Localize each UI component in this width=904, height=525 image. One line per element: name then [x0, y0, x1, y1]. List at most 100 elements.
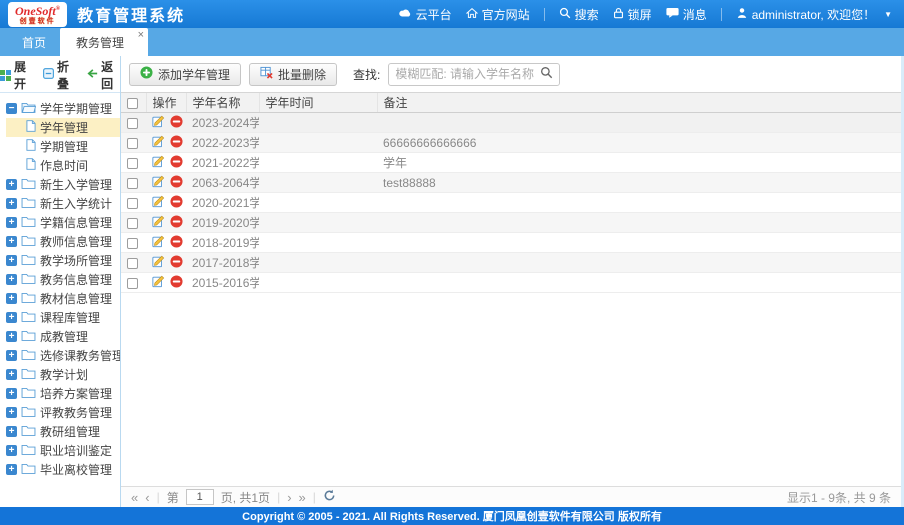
edit-icon[interactable]	[152, 235, 165, 251]
expand-node-icon[interactable]: +	[6, 217, 17, 228]
tree-node-folder[interactable]: +教研组管理	[6, 422, 120, 441]
menu-official-site[interactable]: 官方网站	[466, 6, 530, 23]
last-page-button[interactable]: »	[299, 491, 306, 504]
expand-node-icon[interactable]: +	[6, 179, 17, 190]
tree-node-folder[interactable]: +职业培训鉴定	[6, 441, 120, 460]
menu-messages[interactable]: 消息	[666, 6, 707, 23]
expand-node-icon[interactable]: +	[6, 426, 17, 437]
year-name-cell: 2021-2022学年	[186, 153, 259, 173]
expand-all-button[interactable]: 展开	[0, 58, 33, 92]
row-checkbox[interactable]	[127, 218, 138, 229]
table-row[interactable]: 2022-2023学年66666666666666	[121, 133, 901, 153]
edit-icon[interactable]	[152, 215, 165, 231]
table-row[interactable]: 2018-2019学年	[121, 233, 901, 253]
remark-cell	[377, 233, 901, 253]
collapse-all-button[interactable]: 折叠	[43, 58, 76, 92]
expand-node-icon[interactable]: +	[6, 445, 17, 456]
menu-lock-screen[interactable]: 锁屏	[613, 6, 652, 23]
table-row[interactable]: 2063-2064学年test88888	[121, 173, 901, 193]
tree-leaf-rest-schedule[interactable]: 作息时间	[6, 156, 120, 175]
delete-icon[interactable]	[170, 175, 183, 191]
expand-node-icon[interactable]: +	[6, 312, 17, 323]
table-row[interactable]: 2020-2021学年	[121, 193, 901, 213]
menu-cloud-platform[interactable]: 云平台	[398, 6, 452, 23]
delete-icon[interactable]	[170, 115, 183, 131]
tree-leaf-term-management[interactable]: 学期管理	[6, 137, 120, 156]
table-row[interactable]: 2015-2016学年	[121, 273, 901, 293]
row-checkbox[interactable]	[127, 138, 138, 149]
edit-icon[interactable]	[152, 115, 165, 131]
delete-icon[interactable]	[170, 195, 183, 211]
expand-node-icon[interactable]: +	[6, 198, 17, 209]
tree-leaf-year-management[interactable]: 学年管理	[6, 118, 120, 137]
tree-node-folder[interactable]: +新生入学管理	[6, 175, 120, 194]
tab-academic-management[interactable]: 教务管理 ×	[60, 28, 148, 56]
delete-icon[interactable]	[170, 255, 183, 271]
menu-search[interactable]: 搜索	[559, 6, 599, 23]
expand-node-icon[interactable]: +	[6, 407, 17, 418]
tree-node-folder[interactable]: +成教管理	[6, 327, 120, 346]
tree-node-year-term-management[interactable]: − 学年学期管理	[6, 99, 120, 118]
expand-node-icon[interactable]: +	[6, 331, 17, 342]
row-checkbox[interactable]	[127, 238, 138, 249]
user-menu[interactable]: administrator, 欢迎您！ ▼	[736, 6, 892, 23]
tree-node-folder[interactable]: +评教教务管理	[6, 403, 120, 422]
tree-node-folder[interactable]: +选修课教务管理	[6, 346, 120, 365]
expand-node-icon[interactable]: +	[6, 274, 17, 285]
expand-node-icon[interactable]: +	[6, 388, 17, 399]
delete-icon[interactable]	[170, 275, 183, 291]
tab-home[interactable]: 首页	[12, 28, 56, 56]
tree-node-folder[interactable]: +课程库管理	[6, 308, 120, 327]
expand-node-icon[interactable]: +	[6, 236, 17, 247]
expand-node-icon[interactable]: +	[6, 464, 17, 475]
tree-node-folder[interactable]: +学籍信息管理	[6, 213, 120, 232]
row-checkbox[interactable]	[127, 158, 138, 169]
folder-icon	[21, 329, 36, 344]
tree-node-folder[interactable]: +教务信息管理	[6, 270, 120, 289]
search-icon[interactable]	[540, 66, 553, 82]
onesoft-logo[interactable]: OneSoft® 创壹软件	[8, 2, 67, 27]
tree-node-folder[interactable]: +新生入学统计	[6, 194, 120, 213]
add-year-button[interactable]: 添加学年管理	[129, 63, 241, 86]
edit-icon[interactable]	[152, 255, 165, 271]
row-checkbox[interactable]	[127, 278, 138, 289]
edit-icon[interactable]	[152, 135, 165, 151]
collapse-node-icon[interactable]: −	[6, 103, 17, 114]
first-page-button[interactable]: «	[131, 491, 138, 504]
tree-node-folder[interactable]: +培养方案管理	[6, 384, 120, 403]
delete-icon[interactable]	[170, 215, 183, 231]
expand-node-icon[interactable]: +	[6, 255, 17, 266]
tree-node-folder[interactable]: +教师信息管理	[6, 232, 120, 251]
close-icon[interactable]: ×	[138, 30, 144, 41]
edit-icon[interactable]	[152, 275, 165, 291]
expand-node-icon[interactable]: +	[6, 293, 17, 304]
edit-icon[interactable]	[152, 155, 165, 171]
tree-node-folder[interactable]: +教材信息管理	[6, 289, 120, 308]
back-button[interactable]: 返回	[86, 58, 120, 92]
expand-node-icon[interactable]: +	[6, 369, 17, 380]
tree-node-folder[interactable]: +教学计划	[6, 365, 120, 384]
table-row[interactable]: 2017-2018学年	[121, 253, 901, 273]
page-number-input[interactable]	[186, 489, 214, 505]
row-checkbox[interactable]	[127, 118, 138, 129]
delete-icon[interactable]	[170, 155, 183, 171]
edit-icon[interactable]	[152, 175, 165, 191]
delete-icon[interactable]	[170, 235, 183, 251]
table-row[interactable]: 2023-2024学年	[121, 113, 901, 133]
row-checkbox[interactable]	[127, 258, 138, 269]
next-page-button[interactable]: ›	[287, 491, 291, 504]
row-checkbox[interactable]	[127, 178, 138, 189]
refresh-icon[interactable]	[323, 489, 336, 505]
expand-node-icon[interactable]: +	[6, 350, 17, 361]
select-all-checkbox[interactable]	[127, 98, 138, 109]
delete-icon[interactable]	[170, 135, 183, 151]
table-row[interactable]: 2019-2020学年	[121, 213, 901, 233]
prev-page-button[interactable]: ‹	[145, 491, 149, 504]
batch-delete-button[interactable]: 批量删除	[249, 63, 337, 86]
row-checkbox[interactable]	[127, 198, 138, 209]
search-input[interactable]	[395, 67, 540, 81]
table-row[interactable]: 2021-2022学年学年	[121, 153, 901, 173]
edit-icon[interactable]	[152, 195, 165, 211]
tree-node-folder[interactable]: +教学场所管理	[6, 251, 120, 270]
tree-node-folder[interactable]: +毕业离校管理	[6, 460, 120, 479]
